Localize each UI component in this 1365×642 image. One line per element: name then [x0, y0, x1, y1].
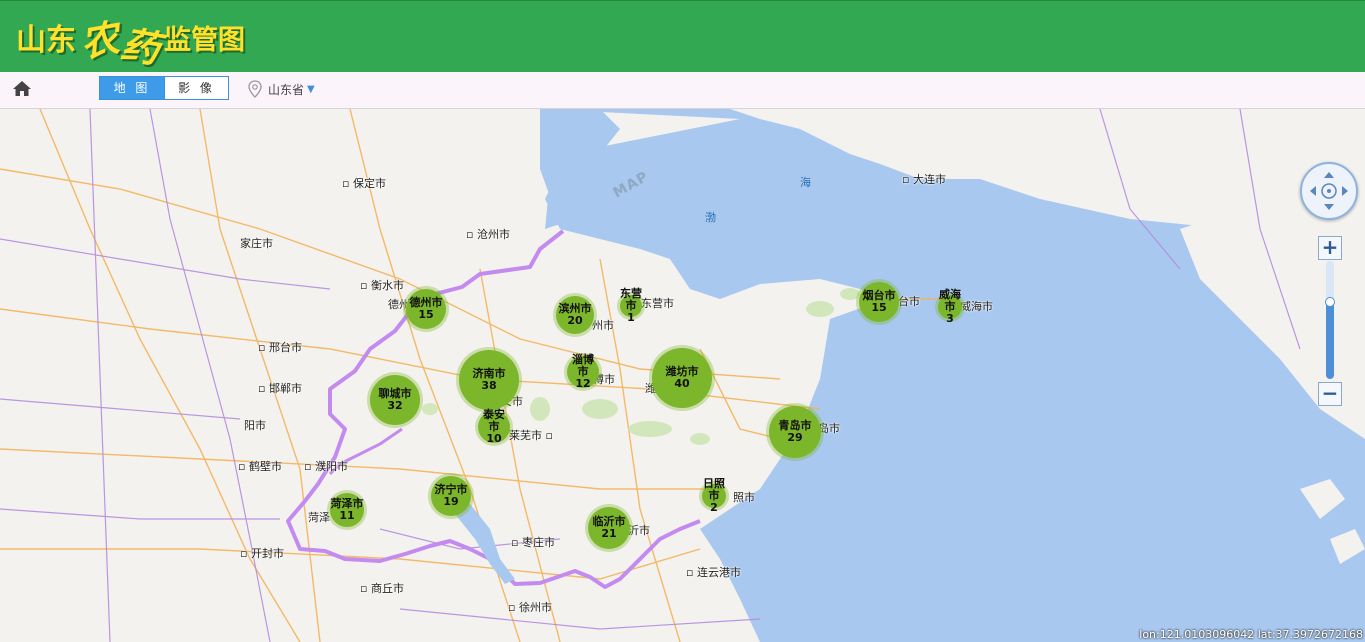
city-label: 东营市	[641, 297, 674, 310]
city-label: ▫ 鹤壁市	[238, 460, 282, 473]
zoom-level-fill	[1326, 302, 1334, 379]
city-label: 台市	[898, 295, 920, 308]
map-canvas[interactable]: MAP 海 渤 ▫ 保定市 ▫ 沧州市 家庄市 ▫ 衡水市 德州市 ▫ 邢台市 …	[0, 109, 1365, 642]
region-label: 山东省	[268, 82, 305, 97]
cluster-marker[interactable]: 东营市 1	[620, 288, 642, 324]
cluster-marker[interactable]: 泰安市 10	[478, 409, 510, 445]
zoom-slider[interactable]	[1326, 261, 1334, 379]
city-label: ▫ 邯郸市	[258, 382, 302, 395]
cluster-marker[interactable]: 烟台市 15	[859, 282, 899, 322]
satellite-view-button[interactable]: 影 像	[164, 77, 228, 99]
app-header: 山东 农 药 监管图	[0, 0, 1365, 72]
city-label: ▫ 濮阳市	[304, 460, 348, 473]
city-label: 莱芜市 ▫	[509, 429, 553, 442]
city-label: ▫ 开封市	[240, 547, 284, 560]
sea-label: 渤	[705, 211, 716, 224]
city-label: 照市	[733, 491, 755, 504]
city-label: 威海市	[960, 300, 993, 313]
city-label: ▫ 保定市	[342, 177, 386, 190]
cluster-marker[interactable]: 青岛市 29	[769, 406, 821, 458]
city-label: ▫ 商丘市	[360, 582, 404, 595]
city-label: 沂市	[628, 524, 650, 537]
cluster-marker[interactable]: 潍坊市 40	[652, 348, 712, 408]
cluster-marker[interactable]: 淄博市 12	[567, 354, 599, 390]
city-label: ▫ 徐州市	[508, 601, 552, 614]
city-label: 岛市	[818, 422, 840, 435]
toolbar: 地 图 影 像 山东省 ▼	[0, 72, 1365, 109]
coordinate-readout: lon:121.0103096042 lat:37.3972672168	[1139, 628, 1363, 641]
location-pin-icon	[248, 80, 262, 98]
city-label: ▫ 连云港市	[686, 566, 741, 579]
logo-text-2: 农	[76, 14, 123, 66]
cluster-marker[interactable]: 济南市 38	[459, 350, 519, 410]
city-label: ▫ 沧州市	[466, 228, 510, 241]
cluster-marker[interactable]: 德州市 15	[406, 289, 446, 329]
city-label: 菏泽	[308, 511, 330, 524]
app-logo: 山东 农 药 监管图	[16, 5, 246, 71]
zoom-out-button[interactable]: −	[1318, 382, 1342, 406]
city-label: 阳市	[244, 419, 266, 432]
chevron-down-icon: ▼	[307, 83, 315, 95]
city-label: 家庄市	[240, 237, 273, 250]
city-label: 州市	[592, 319, 614, 332]
logo-text-4: 监管图	[164, 24, 246, 56]
city-label: ▫ 邢台市	[258, 341, 302, 354]
cluster-marker[interactable]: 威海市 3	[938, 289, 962, 325]
cluster-marker[interactable]: 临沂市 21	[588, 507, 630, 549]
region-selector[interactable]: 山东省 ▼	[248, 80, 315, 98]
cluster-marker[interactable]: 菏泽市 11	[330, 493, 364, 527]
cluster-marker[interactable]: 日照市 2	[702, 478, 726, 514]
city-label: ▫ 枣庄市	[511, 536, 555, 549]
cluster-marker[interactable]: 济宁市 19	[431, 476, 471, 516]
logo-text-3: 药	[117, 20, 164, 72]
cluster-marker[interactable]: 滨州市 20	[556, 296, 594, 334]
pan-compass-icon[interactable]	[1300, 162, 1358, 220]
city-label: ▫ 大连市	[902, 173, 946, 186]
city-label: ▫ 衡水市	[360, 279, 404, 292]
map-view-button[interactable]: 地 图	[100, 77, 164, 99]
sea-label: 海	[800, 176, 811, 189]
map-type-switcher: 地 图 影 像	[99, 76, 229, 100]
zoom-in-button[interactable]: +	[1318, 236, 1342, 260]
home-icon[interactable]	[12, 79, 32, 99]
cluster-marker[interactable]: 聊城市 32	[370, 375, 420, 425]
logo-text-1: 山东	[16, 23, 76, 58]
